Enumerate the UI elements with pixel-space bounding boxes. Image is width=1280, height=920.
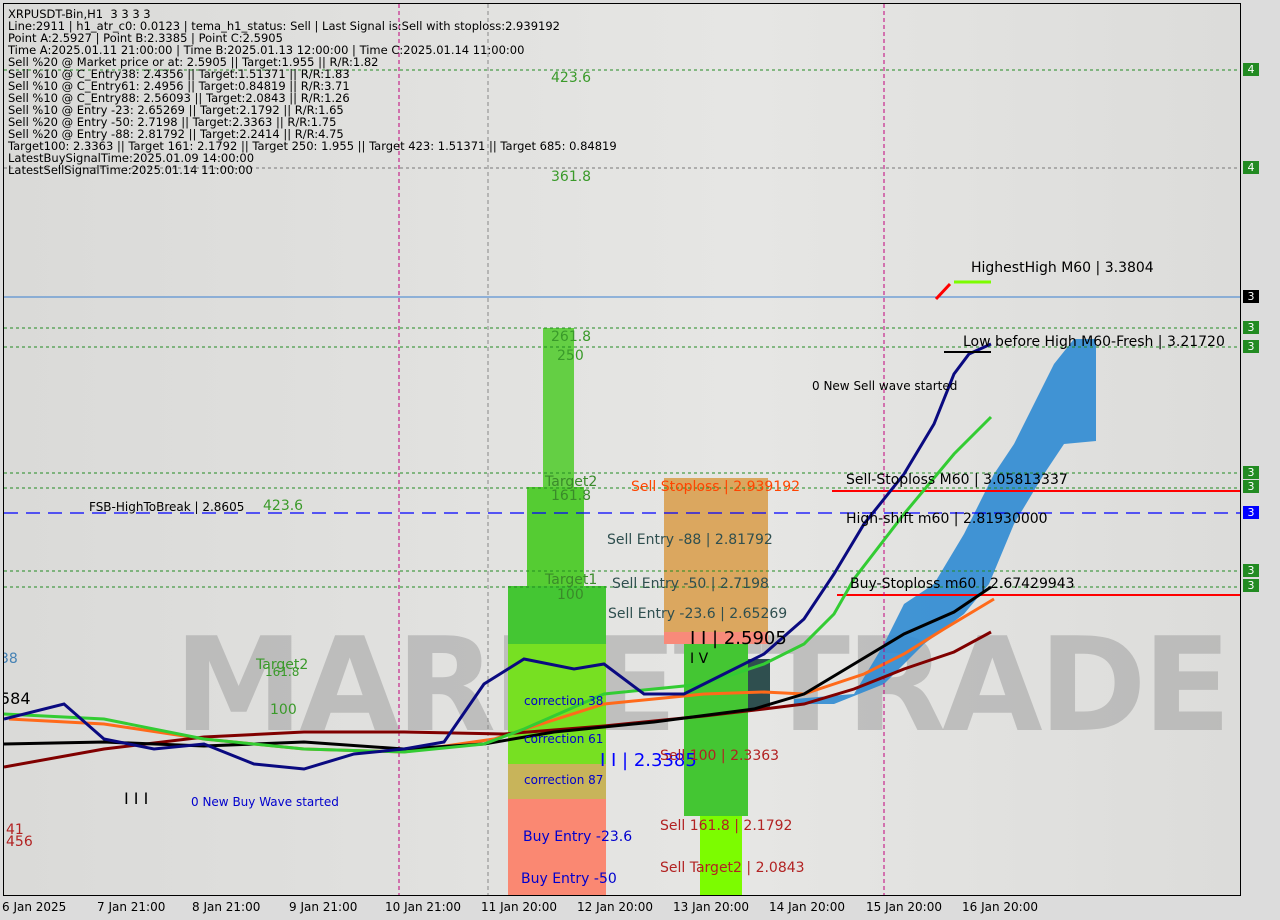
time-axis-label: 16 Jan 20:00 xyxy=(962,900,1038,914)
time-axis-label: 15 Jan 20:00 xyxy=(866,900,942,914)
time-axis-label: 11 Jan 20:00 xyxy=(481,900,557,914)
time-axis-label: 13 Jan 20:00 xyxy=(673,900,749,914)
current-price-label: 3 xyxy=(1243,290,1259,303)
fib-label: 361.8 xyxy=(551,169,592,185)
sell-entry-50-label: Sell Entry -50 | 2.7198 xyxy=(612,576,769,592)
buy-entry-236-label: Buy Entry -23.6 xyxy=(523,829,633,845)
buy-stoploss-m60-label: Buy-Stoploss m60 | 2.67429943 xyxy=(850,576,1075,592)
tema-line xyxy=(4,342,992,771)
highest-high-label: HighestHigh M60 | 3.3804 xyxy=(971,260,1154,276)
low-before-high-label: Low before High M60-Fresh | 3.21720 xyxy=(963,334,1225,350)
left-100-label: 100 xyxy=(270,702,297,718)
edge-label: 584 xyxy=(3,689,31,708)
correction38-label: correction 38 xyxy=(524,694,604,708)
fib-label: 100 xyxy=(557,587,584,603)
new-sell-wave-label: 0 New Sell wave started xyxy=(812,379,958,393)
new-buy-wave-label: 0 New Buy Wave started xyxy=(191,795,339,809)
buy-entry-50-label: Buy Entry -50 xyxy=(521,871,617,887)
time-axis-label: 10 Jan 21:00 xyxy=(385,900,461,914)
fsb-label: FSB-HighToBreak | 2.8605 xyxy=(89,500,245,514)
point-c-label: I I | 2.5905 xyxy=(690,628,787,649)
target1-label: Target1 xyxy=(545,572,598,588)
time-axis-label: 14 Jan 20:00 xyxy=(769,900,845,914)
sell-entry-88-label: Sell Entry -88 | 2.81792 xyxy=(607,532,773,548)
time-axis-label: 7 Jan 21:00 xyxy=(97,900,166,914)
left-161-label: 161.8 xyxy=(265,665,300,679)
sell-entry-236-label: Sell Entry -23.6 | 2.65269 xyxy=(608,606,788,622)
edge-label: 456 xyxy=(6,834,33,850)
price-axis-label: 3 xyxy=(1243,466,1259,479)
price-chart[interactable]: MARKETTRADE XRPUSDT-Bin,H1 3 3 3 3Line:2… xyxy=(3,3,1241,896)
price-axis-label: 3 xyxy=(1243,564,1259,577)
time-axis-label: 8 Jan 21:00 xyxy=(192,900,261,914)
correction61-label: correction 61 xyxy=(524,732,604,746)
wave-iii-label: I I I xyxy=(124,789,149,808)
sell-161-label: Sell 161.8 | 2.1792 xyxy=(660,818,793,834)
price-axis-label: 3 xyxy=(1243,340,1259,353)
sell-stoploss-label: Sell Stoploss | 2.939192 xyxy=(631,479,801,495)
mid-ma xyxy=(4,585,992,751)
price-axis-label: 3 xyxy=(1243,579,1259,592)
sell-target2-label: Sell Target2 | 2.0843 xyxy=(660,860,805,876)
correction87-label: correction 87 xyxy=(524,773,604,787)
price-axis-label: 3 xyxy=(1243,321,1259,334)
high-shift-label: High-shift m60 | 2.81930000 xyxy=(846,511,1048,527)
fib-label: 423.6 xyxy=(551,70,592,86)
green-ma xyxy=(4,415,993,754)
time-axis-label: 12 Jan 20:00 xyxy=(577,900,653,914)
fsb-price-label: 3 xyxy=(1243,506,1259,519)
sell-100-label: Sell 100 | 2.3363 xyxy=(660,748,780,764)
edge-label: 38 xyxy=(4,651,18,667)
price-axis-label: 4 xyxy=(1243,161,1259,174)
info-panel: XRPUSDT-Bin,H1 3 3 3 3 Line:2911 | h1_atr… xyxy=(8,8,617,176)
sell-100-zone xyxy=(684,644,748,816)
fib-label: 250 xyxy=(557,348,584,364)
sell-stoploss-m60-label: Sell-Stoploss M60 | 3.05813337 xyxy=(846,472,1068,488)
price-axis-label: 4 xyxy=(1243,63,1259,76)
time-axis-label: 6 Jan 2025 xyxy=(2,900,67,914)
info-line: LatestSellSignalTime:2025.01.14 11:00:00 xyxy=(8,163,253,177)
fib-label: 161.8 xyxy=(551,488,592,504)
fib-label: 261.8 xyxy=(551,329,592,345)
wave-iv-label: I V xyxy=(690,651,709,667)
price-axis-label: 3 xyxy=(1243,480,1259,493)
time-axis-label: 9 Jan 21:00 xyxy=(289,900,358,914)
fib-label: 423.6 xyxy=(263,498,304,514)
